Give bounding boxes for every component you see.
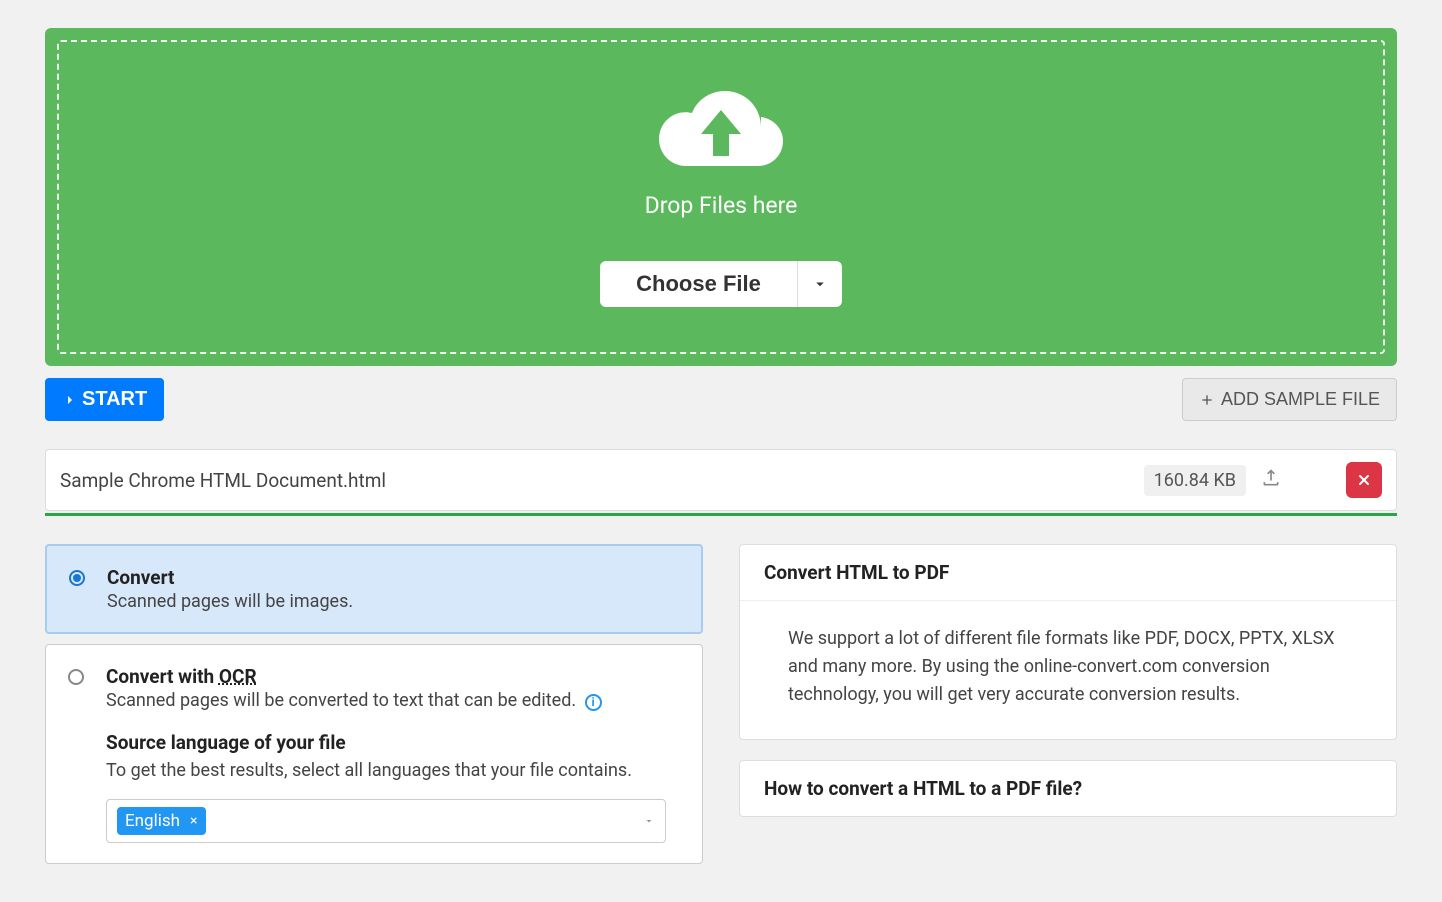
ocr-abbr: OCR: [219, 665, 257, 688]
option-ocr-desc-text: Scanned pages will be converted to text …: [106, 690, 576, 711]
panel-howto-title: How to convert a HTML to a PDF file?: [740, 761, 1396, 816]
language-chip: English ×: [117, 807, 206, 835]
lower-grid: Convert Scanned pages will be images. Co…: [45, 544, 1397, 874]
panel-howto[interactable]: How to convert a HTML to a PDF file?: [739, 760, 1397, 817]
options-column: Convert Scanned pages will be images. Co…: [45, 544, 703, 874]
caret-down-icon: [643, 815, 655, 827]
language-chip-remove[interactable]: ×: [190, 813, 197, 829]
add-sample-label: ADD SAMPLE FILE: [1221, 389, 1380, 410]
choose-file-dropdown[interactable]: [797, 261, 842, 307]
start-label: START: [82, 388, 147, 411]
option-ocr-title: Convert with OCR: [106, 665, 680, 688]
file-name: Sample Chrome HTML Document.html: [60, 469, 1144, 492]
chevron-down-icon: [811, 275, 829, 293]
actions-row: START ADD SAMPLE FILE: [45, 378, 1397, 421]
lang-section-title: Source language of your file: [106, 731, 680, 754]
cloud-upload-icon: [651, 82, 791, 177]
panel-convert-info: Convert HTML to PDF We support a lot of …: [739, 544, 1397, 740]
option-convert-desc: Scanned pages will be images.: [107, 591, 353, 612]
upload-status-icon: [1260, 468, 1282, 492]
add-sample-button[interactable]: ADD SAMPLE FILE: [1182, 378, 1397, 421]
plus-icon: [1199, 392, 1215, 408]
info-icon[interactable]: i: [585, 694, 602, 711]
remove-file-button[interactable]: [1346, 462, 1382, 498]
chevron-right-icon: [62, 390, 78, 410]
option-convert[interactable]: Convert Scanned pages will be images.: [45, 544, 703, 634]
choose-file-group: Choose File: [600, 261, 842, 307]
choose-file-button[interactable]: Choose File: [600, 261, 797, 307]
lang-section-desc: To get the best results, select all lang…: [106, 760, 680, 781]
option-convert-title: Convert: [107, 566, 353, 589]
start-button[interactable]: START: [45, 378, 164, 421]
option-ocr-title-pre: Convert with: [106, 665, 219, 688]
language-select-caret: [643, 812, 655, 831]
info-column: Convert HTML to PDF We support a lot of …: [739, 544, 1397, 874]
dropzone[interactable]: Drop Files here Choose File: [45, 28, 1397, 366]
panel-convert-info-body: We support a lot of different file forma…: [740, 601, 1396, 739]
dropzone-inner: Drop Files here Choose File: [57, 40, 1385, 354]
option-ocr-desc: Scanned pages will be converted to text …: [106, 690, 680, 711]
drop-label: Drop Files here: [645, 192, 798, 219]
radio-ocr[interactable]: [68, 669, 84, 685]
panel-convert-info-title: Convert HTML to PDF: [740, 545, 1396, 601]
language-select[interactable]: English ×: [106, 799, 666, 843]
file-progress-bar: [45, 513, 1397, 516]
file-row: Sample Chrome HTML Document.html 160.84 …: [45, 449, 1397, 511]
language-chip-label: English: [125, 811, 180, 831]
radio-convert[interactable]: [69, 570, 85, 586]
file-size: 160.84 KB: [1144, 465, 1246, 496]
option-ocr[interactable]: Convert with OCR Scanned pages will be c…: [45, 644, 703, 864]
close-icon: [1356, 472, 1372, 488]
